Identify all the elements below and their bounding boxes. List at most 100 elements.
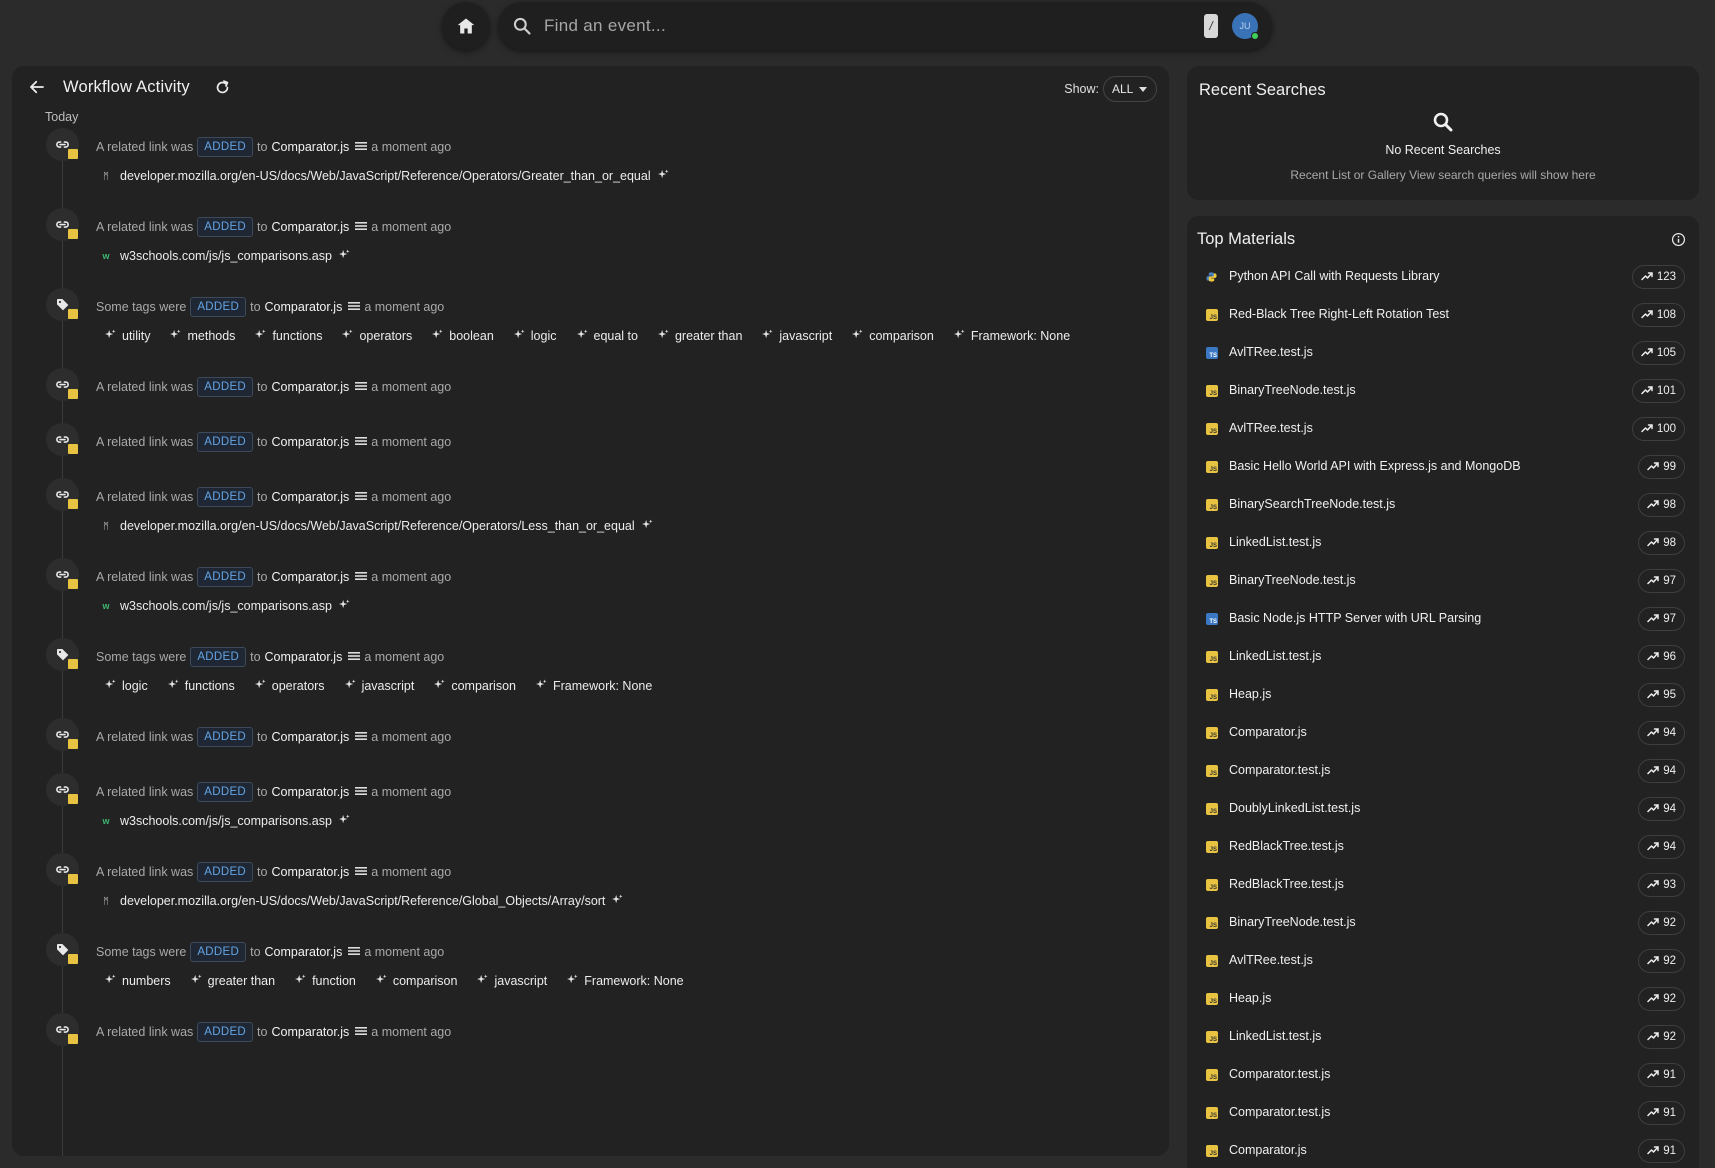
info-button[interactable] [1671,232,1686,252]
material-view-count: 93 [1638,873,1685,897]
target-material-link[interactable]: Comparator.js [265,945,343,959]
material-view-count: 94 [1638,721,1685,745]
tag-chip[interactable]: comparison [852,329,934,343]
material-item[interactable]: JS AvlTRee.test.js 92 [1187,942,1699,980]
related-link[interactable]: w w3schools.com/js/js_comparisons.asp [100,814,350,828]
event-summary: A related link was ADDED to Comparator.j… [96,782,451,802]
tag-chip[interactable]: Framework: None [567,974,684,988]
target-material-link[interactable]: Comparator.js [271,785,349,799]
target-material-link[interactable]: Comparator.js [271,730,349,744]
trending-icon [1647,537,1659,550]
material-item[interactable]: JS BinaryTreeNode.test.js 97 [1187,562,1699,600]
search-icon [513,17,531,35]
avatar[interactable]: JU [1232,13,1259,40]
tag-chip[interactable]: Framework: None [953,329,1070,343]
tag-chip[interactable]: functions [167,679,235,693]
material-item[interactable]: JS BinarySearchTreeNode.test.js 98 [1187,486,1699,524]
related-link-url[interactable]: developer.mozilla.org/en-US/docs/Web/Jav… [120,169,651,183]
material-item[interactable]: JS LinkedList.test.js 98 [1187,524,1699,562]
related-link-url[interactable]: developer.mozilla.org/en-US/docs/Web/Jav… [120,894,605,908]
material-view-count: 94 [1638,797,1685,821]
target-material-link[interactable]: Comparator.js [271,380,349,394]
material-item[interactable]: JS Red-Black Tree Right-Left Rotation Te… [1187,296,1699,334]
material-item[interactable]: JS Comparator.js 91 [1187,1132,1699,1168]
material-view-count: 99 [1638,455,1685,479]
show-filter-select[interactable]: ALL [1103,76,1157,102]
tag-chip[interactable]: operators [254,679,325,693]
tag-chip[interactable]: methods [170,329,235,343]
material-item[interactable]: JS Comparator.test.js 91 [1187,1056,1699,1094]
tag-chip[interactable]: logic [513,329,557,343]
refresh-button[interactable] [214,79,231,101]
material-item[interactable]: TS Basic Node.js HTTP Server with URL Pa… [1187,600,1699,638]
python-file-icon [1206,271,1218,283]
related-link-url[interactable]: w3schools.com/js/js_comparisons.asp [120,814,332,828]
back-button[interactable] [28,78,46,101]
target-material-link[interactable]: Comparator.js [271,140,349,154]
tag-chip[interactable]: comparison [434,679,516,693]
related-link-url[interactable]: w3schools.com/js/js_comparisons.asp [120,599,332,613]
tag-chip[interactable]: operators [342,329,412,343]
material-item[interactable]: Python API Call with Requests Library 12… [1187,258,1699,296]
related-link[interactable]: ᛗ developer.mozilla.org/en-US/docs/Web/Ja… [100,519,653,533]
related-link[interactable]: ᛗ developer.mozilla.org/en-US/docs/Web/Ja… [100,169,669,183]
related-link-url[interactable]: w3schools.com/js/js_comparisons.asp [120,249,332,263]
tag-chip[interactable]: numbers [105,974,171,988]
material-item[interactable]: JS DoublyLinkedList.test.js 94 [1187,790,1699,828]
material-item[interactable]: TS AvlTRee.test.js 105 [1187,334,1699,372]
related-link[interactable]: w w3schools.com/js/js_comparisons.asp [100,249,350,263]
material-name: BinarySearchTreeNode.test.js [1229,497,1396,511]
target-material-link[interactable]: Comparator.js [265,650,343,664]
search-input[interactable] [544,16,1204,36]
target-material-link[interactable]: Comparator.js [271,435,349,449]
material-item[interactable]: JS BinaryTreeNode.test.js 92 [1187,904,1699,942]
material-item[interactable]: JS Heap.js 95 [1187,676,1699,714]
material-item[interactable]: JS Comparator.test.js 91 [1187,1094,1699,1132]
related-link-url[interactable]: developer.mozilla.org/en-US/docs/Web/Jav… [120,519,635,533]
related-link[interactable]: ᛗ developer.mozilla.org/en-US/docs/Web/Ja… [100,894,623,908]
tag-chip[interactable]: greater than [190,974,275,988]
tag-chip[interactable]: equal to [576,329,638,343]
tag-chip[interactable]: function [295,974,356,988]
material-item[interactable]: JS Heap.js 92 [1187,980,1699,1018]
material-name: Comparator.js [1229,725,1307,739]
list-icon [348,945,361,959]
target-material-link[interactable]: Comparator.js [271,570,349,584]
target-material-link[interactable]: Comparator.js [265,300,343,314]
tag-chip[interactable]: functions [255,329,322,343]
material-item[interactable]: JS AvlTRee.test.js 100 [1187,410,1699,448]
material-item[interactable]: JS Basic Hello World API with Express.js… [1187,448,1699,486]
tag-chip[interactable]: greater than [657,329,742,343]
target-material-link[interactable]: Comparator.js [271,865,349,879]
tag-chip[interactable]: javascript [344,679,414,693]
sparkle-icon [170,329,182,343]
tag-chip[interactable]: javascript [762,329,832,343]
tag-chip[interactable]: utility [105,329,150,343]
home-button[interactable] [442,2,490,50]
tag-chip[interactable]: logic [105,679,148,693]
event-prefix: Some tags were [96,650,187,664]
tag-chip[interactable]: boolean [432,329,494,343]
event-to: to [257,490,268,504]
material-view-count: 98 [1638,493,1685,517]
material-item[interactable]: JS RedBlackTree.test.js 94 [1187,828,1699,866]
material-item[interactable]: JS RedBlackTree.test.js 93 [1187,866,1699,904]
material-name: RedBlackTree.test.js [1229,839,1344,853]
material-name: Comparator.test.js [1229,1067,1331,1081]
material-name: Heap.js [1229,687,1272,701]
tag-chip[interactable]: Framework: None [535,679,652,693]
related-link[interactable]: w w3schools.com/js/js_comparisons.asp [100,599,350,613]
page-title: Workflow Activity [63,78,190,96]
material-name: Comparator.js [1229,1143,1307,1157]
target-material-link[interactable]: Comparator.js [271,1025,349,1039]
tag-chip[interactable]: javascript [477,974,547,988]
material-item[interactable]: JS BinaryTreeNode.test.js 101 [1187,372,1699,410]
material-item[interactable]: JS Comparator.test.js 94 [1187,752,1699,790]
material-item[interactable]: JS LinkedList.test.js 92 [1187,1018,1699,1056]
tag-chip[interactable]: comparison [375,974,457,988]
target-material-link[interactable]: Comparator.js [271,220,349,234]
event-time: a moment ago [371,380,452,394]
target-material-link[interactable]: Comparator.js [271,490,349,504]
material-item[interactable]: JS LinkedList.test.js 96 [1187,638,1699,676]
material-item[interactable]: JS Comparator.js 94 [1187,714,1699,752]
